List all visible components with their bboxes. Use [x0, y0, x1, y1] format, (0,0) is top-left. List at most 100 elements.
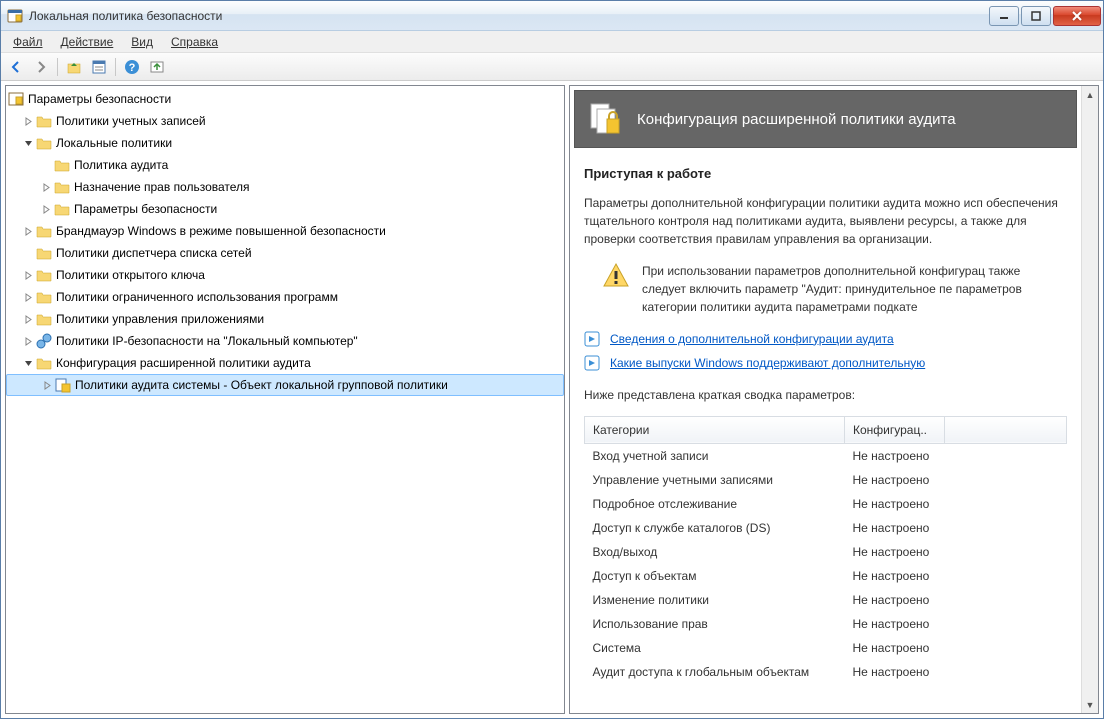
table-row[interactable]: Вход/выходНе настроено: [585, 540, 1067, 564]
tree-panel[interactable]: Параметры безопасности Политики учетных …: [5, 85, 565, 714]
menu-file[interactable]: Файл: [5, 33, 51, 51]
link-row: Какие выпуски Windows поддерживают допол…: [584, 354, 1067, 372]
audit-policy-icon: [55, 377, 71, 393]
intro-text: Параметры дополнительной конфигурации по…: [584, 194, 1067, 248]
cell-category: Система: [585, 636, 845, 660]
tree-firewall[interactable]: Брандмауэр Windows в режиме повышенной б…: [6, 220, 564, 242]
folder-icon: [36, 355, 52, 371]
cell-configuration: Не настроено: [845, 564, 945, 588]
menu-action[interactable]: Действие: [53, 33, 122, 51]
vertical-scrollbar[interactable]: ▲ ▼: [1081, 86, 1098, 713]
col-configuration[interactable]: Конфигурац..: [845, 416, 945, 443]
folder-icon: [54, 157, 70, 173]
expander-icon[interactable]: [40, 181, 52, 193]
cell-category: Вход учетной записи: [585, 443, 845, 468]
table-row[interactable]: Подробное отслеживаниеНе настроено: [585, 492, 1067, 516]
cell-category: Вход/выход: [585, 540, 845, 564]
expander-icon[interactable]: [22, 291, 34, 303]
cell-category: Доступ к объектам: [585, 564, 845, 588]
tree-local-policies[interactable]: Локальные политики: [6, 132, 564, 154]
table-row[interactable]: Доступ к объектамНе настроено: [585, 564, 1067, 588]
tree-label: Политики ограниченного использования про…: [56, 290, 338, 304]
tree-label: Параметры безопасности: [74, 202, 217, 216]
cell-configuration: Не настроено: [845, 443, 945, 468]
tree-public-key[interactable]: Политики открытого ключа: [6, 264, 564, 286]
table-row[interactable]: Доступ к службе каталогов (DS)Не настрое…: [585, 516, 1067, 540]
folder-icon: [36, 113, 52, 129]
close-button[interactable]: [1053, 6, 1101, 26]
arrow-right-icon: [584, 355, 600, 371]
menu-help[interactable]: Справка: [163, 33, 226, 51]
link-audit-info[interactable]: Сведения о дополнительной конфигурации а…: [610, 330, 894, 348]
folder-icon: [54, 201, 70, 217]
cell-configuration: Не настроено: [845, 468, 945, 492]
tree-account-policies[interactable]: Политики учетных записей: [6, 110, 564, 132]
tree-system-audit-policies[interactable]: Политики аудита системы - Объект локальн…: [6, 374, 564, 396]
up-button[interactable]: [63, 56, 85, 78]
menu-view[interactable]: Вид: [123, 33, 161, 51]
col-categories[interactable]: Категории: [585, 416, 845, 443]
expander-icon[interactable]: [22, 115, 34, 127]
expander-icon[interactable]: [41, 379, 53, 391]
expander-icon[interactable]: [22, 269, 34, 281]
getting-started-heading: Приступая к работе: [584, 164, 1067, 184]
cell-configuration: Не настроено: [845, 660, 945, 684]
cell-configuration: Не настроено: [845, 492, 945, 516]
folder-icon: [36, 289, 52, 305]
table-row[interactable]: СистемаНе настроено: [585, 636, 1067, 660]
expander-icon[interactable]: [40, 203, 52, 215]
menubar: Файл Действие Вид Справка: [1, 31, 1103, 53]
ipsec-icon: [36, 333, 52, 349]
tree-audit-policy[interactable]: · Политика аудита: [6, 154, 564, 176]
detail-panel: Конфигурация расширенной политики аудита…: [569, 85, 1099, 714]
forward-button[interactable]: [30, 56, 52, 78]
cell-configuration: Не настроено: [845, 636, 945, 660]
properties-button[interactable]: [88, 56, 110, 78]
tree-root[interactable]: Параметры безопасности: [6, 88, 564, 110]
table-row[interactable]: Аудит доступа к глобальным объектамНе на…: [585, 660, 1067, 684]
tree-label: Политики диспетчера списка сетей: [56, 246, 252, 260]
detail-body: Приступая к работе Параметры дополнитель…: [570, 152, 1081, 696]
expander-icon[interactable]: [22, 225, 34, 237]
tree-label: Политика аудита: [74, 158, 168, 172]
detail-header-icon: [589, 101, 625, 137]
folder-icon: [54, 179, 70, 195]
back-button[interactable]: [5, 56, 27, 78]
table-row[interactable]: Управление учетными записямиНе настроено: [585, 468, 1067, 492]
tree-advanced-audit[interactable]: Конфигурация расширенной политики аудита: [6, 352, 564, 374]
arrow-right-icon: [584, 331, 600, 347]
scroll-down-icon[interactable]: ▼: [1083, 696, 1098, 713]
scroll-up-icon[interactable]: ▲: [1083, 86, 1098, 103]
tree-network-list[interactable]: · Политики диспетчера списка сетей: [6, 242, 564, 264]
tree-user-rights[interactable]: Назначение прав пользователя: [6, 176, 564, 198]
workspace: Параметры безопасности Политики учетных …: [1, 81, 1103, 718]
minimize-button[interactable]: [989, 6, 1019, 26]
expander-icon[interactable]: [22, 137, 34, 149]
tree-ipsec[interactable]: Политики IP-безопасности на "Локальный к…: [6, 330, 564, 352]
cell-category: Использование прав: [585, 612, 845, 636]
link-windows-editions[interactable]: Какие выпуски Windows поддерживают допол…: [610, 354, 925, 372]
table-row[interactable]: Использование правНе настроено: [585, 612, 1067, 636]
link-row: Сведения о дополнительной конфигурации а…: [584, 330, 1067, 348]
summary-table: Категории Конфигурац.. Вход учетной запи…: [584, 416, 1067, 684]
security-root-icon: [8, 91, 24, 107]
export-button[interactable]: [146, 56, 168, 78]
maximize-button[interactable]: [1021, 6, 1051, 26]
tree-label: Локальные политики: [56, 136, 172, 150]
col-blank[interactable]: [945, 416, 1067, 443]
expander-icon[interactable]: [22, 313, 34, 325]
help-button[interactable]: ?: [121, 56, 143, 78]
expander-icon[interactable]: [22, 335, 34, 347]
tree-security-options[interactable]: Параметры безопасности: [6, 198, 564, 220]
summary-note: Ниже представлена краткая сводка парамет…: [584, 386, 1067, 404]
tree-software-restriction[interactable]: Политики ограниченного использования про…: [6, 286, 564, 308]
warning-box: При использовании параметров дополнитель…: [584, 262, 1067, 316]
detail-header: Конфигурация расширенной политики аудита: [574, 90, 1077, 148]
table-row[interactable]: Вход учетной записиНе настроено: [585, 443, 1067, 468]
tree-app-control[interactable]: Политики управления приложениями: [6, 308, 564, 330]
folder-icon: [36, 135, 52, 151]
toolbar: ?: [1, 53, 1103, 81]
expander-icon[interactable]: [22, 357, 34, 369]
cell-category: Изменение политики: [585, 588, 845, 612]
table-row[interactable]: Изменение политикиНе настроено: [585, 588, 1067, 612]
